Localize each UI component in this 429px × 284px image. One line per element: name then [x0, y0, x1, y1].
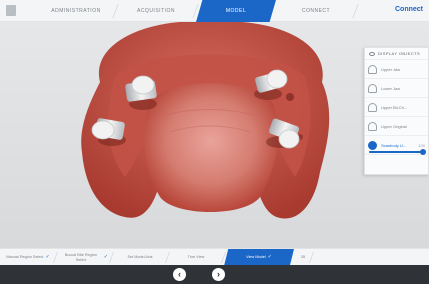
row-label: Lower Jaw — [381, 85, 401, 91]
panel-header: DISPLAY OBJECTS — [365, 48, 428, 60]
row-label: Upper Bit.Ch... — [381, 104, 408, 110]
tab-model[interactable]: MODEL — [196, 0, 276, 22]
step-count: 35 — [294, 249, 312, 266]
check-icon: ✓ — [267, 254, 272, 261]
row-label: Upper Jaw — [381, 66, 401, 72]
slider-fill — [369, 151, 424, 153]
bite-icon — [368, 102, 377, 112]
app-logo — [6, 5, 16, 16]
check-icon: ✓ — [103, 254, 108, 261]
step-set-model-axis[interactable]: Set Model Axis — [112, 249, 168, 266]
dental-scan-model[interactable] — [60, 22, 360, 248]
scanbody-icon — [368, 140, 377, 150]
row-label: Upper Original — [381, 123, 407, 129]
top-navigation: ADMINISTRATION ACQUISITION MODEL CONNECT… — [0, 0, 429, 22]
step-manual-region-select[interactable]: Manual Region Select ✓ — [0, 249, 56, 266]
step-view-model[interactable]: View Model ✓ — [224, 249, 294, 266]
arrow-right-icon[interactable]: › — [212, 268, 225, 281]
lower-jaw-icon — [368, 83, 377, 93]
opacity-slider[interactable] — [369, 149, 427, 155]
tab-administration[interactable]: ADMINISTRATION — [36, 0, 116, 22]
display-row-upper-jaw[interactable]: Upper Jaw — [365, 60, 428, 79]
display-objects-panel: DISPLAY OBJECTS Upper Jaw Lower Jaw Uppe… — [364, 47, 429, 175]
workflow-tabs: ADMINISTRATION ACQUISITION MODEL CONNECT — [36, 0, 356, 22]
row-label: Scanbody U... — [381, 142, 407, 148]
footer-bar: ‹ › — [0, 265, 429, 284]
arrow-left-icon[interactable]: ‹ — [173, 268, 186, 281]
display-row-lower-jaw[interactable]: Lower Jaw — [365, 79, 428, 98]
upper-jaw-icon — [368, 64, 377, 74]
tab-acquisition[interactable]: ACQUISITION — [116, 0, 196, 22]
model-viewport[interactable]: DISPLAY OBJECTS Upper Jaw Lower Jaw Uppe… — [0, 22, 429, 248]
tab-connect[interactable]: CONNECT — [276, 0, 356, 22]
step-trim-view[interactable]: Trim View — [168, 249, 224, 266]
eye-icon — [369, 51, 375, 56]
check-icon: ✓ — [45, 254, 50, 261]
panel-title: DISPLAY OBJECTS — [378, 51, 421, 56]
step-buccal-bite-region-select[interactable]: Buccal Bite Region Select ✓ — [56, 249, 112, 266]
connect-link[interactable]: Connect — [395, 6, 423, 13]
workflow-bar: Manual Region Select ✓ Buccal Bite Region… — [0, 248, 429, 266]
display-row-upper-original[interactable]: Upper Original — [365, 117, 428, 136]
tooth-icon — [368, 121, 377, 131]
display-row-upper-bite[interactable]: Upper Bit.Ch... — [365, 98, 428, 117]
row-value: 100 — [418, 142, 425, 148]
